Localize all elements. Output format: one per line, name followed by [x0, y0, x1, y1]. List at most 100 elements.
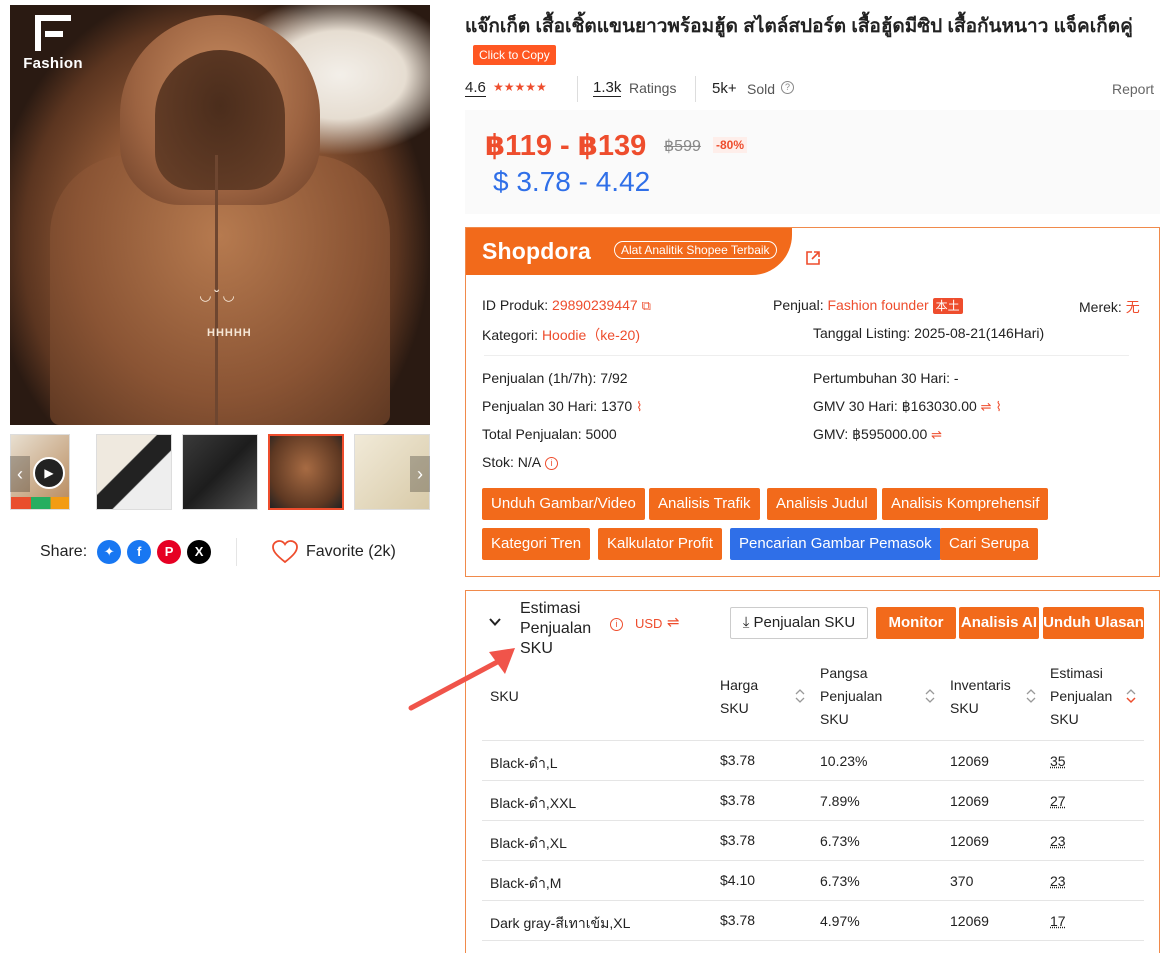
sku-est-sales[interactable]: 17 — [1050, 913, 1066, 929]
share-row: Share: ✦ f P X — [40, 538, 211, 566]
currency-label[interactable]: USD — [635, 616, 662, 631]
shopdora-tagline: Alat Analitik Shopee Terbaik — [614, 241, 777, 259]
sku-name: Black-ดำ,L — [490, 753, 558, 775]
gmv-value: GMV: ฿595000.00 — [813, 426, 927, 442]
question-icon[interactable]: ? — [781, 81, 794, 94]
sku-est-sales[interactable]: 35 — [1050, 753, 1066, 769]
product-id-label: ID Produk: — [482, 297, 548, 313]
chevron-down-icon[interactable] — [488, 615, 502, 629]
growth-30-days: Pertumbuhan 30 Hari: - — [813, 370, 959, 386]
sales-1h-7h: Penjualan (1h/7h): 7/92 — [482, 370, 628, 386]
info-icon[interactable]: i — [545, 457, 558, 470]
supplier-image-search-button[interactable]: Pencarian Gambar Pemasok — [730, 528, 941, 560]
col-header-text: Estimasi — [1050, 662, 1112, 685]
sku-price: $3.78 — [720, 792, 755, 808]
sku-title-line: SKU — [520, 639, 591, 659]
sort-icon[interactable] — [795, 688, 805, 704]
line-chart-icon[interactable]: ⌇ — [995, 399, 1001, 414]
chevron-right-icon[interactable]: › — [410, 456, 430, 492]
gmv-row: GMV: ฿595000.00 ⇌ — [813, 426, 942, 443]
stock-row: Stok: N/A i — [482, 454, 558, 470]
annotation-arrow — [405, 640, 525, 715]
title-analysis-button[interactable]: Analisis Judul — [767, 488, 877, 520]
profit-calculator-button[interactable]: Kalkulator Profit — [598, 528, 722, 560]
info-icon[interactable]: i — [610, 618, 623, 631]
sku-est-sales[interactable]: 23 — [1050, 833, 1066, 849]
sku-price: $3.78 — [720, 752, 755, 768]
col-header-text: SKU — [820, 708, 882, 731]
divider — [695, 76, 696, 102]
swap-icon[interactable]: ⇌ — [931, 427, 942, 442]
favorite-label: Favorite (2k) — [306, 543, 396, 561]
col-header-est-sales[interactable]: Estimasi Penjualan SKU — [1050, 662, 1112, 731]
star-rating-icon: ★★★★★ — [493, 79, 547, 96]
facebook-icon[interactable]: f — [127, 540, 151, 564]
sold-count: 5k+ — [712, 80, 737, 97]
table-divider — [482, 740, 1144, 741]
pinterest-icon[interactable]: P — [157, 540, 181, 564]
favorite-button[interactable]: Favorite (2k) — [272, 540, 396, 564]
report-link[interactable]: Report — [1112, 81, 1154, 97]
comprehensive-analysis-button[interactable]: Analisis Komprehensif — [882, 488, 1048, 520]
promo-badge-strip — [11, 497, 70, 509]
chevron-left-icon[interactable]: ‹ — [10, 456, 30, 492]
swap-icon[interactable]: ⇌ — [667, 613, 680, 631]
divider — [484, 355, 1129, 356]
shopdora-panel: Shopdora Alat Analitik Shopee Terbaik ID… — [465, 227, 1160, 577]
download-icon: ⤓ — [743, 614, 750, 631]
product-id-value[interactable]: 29890239447 — [552, 297, 638, 313]
find-similar-button[interactable]: Cari Serupa — [940, 528, 1038, 560]
brand-value: 无 — [1126, 299, 1140, 315]
thumbnail[interactable] — [182, 434, 258, 510]
category-trend-button[interactable]: Kategori Tren — [482, 528, 590, 560]
download-media-button[interactable]: Unduh Gambar/Video — [482, 488, 645, 520]
sort-icon-active[interactable] — [1126, 688, 1136, 704]
copy-title-button[interactable]: Click to Copy — [473, 45, 556, 65]
col-header-text: Harga — [720, 674, 758, 697]
sku-name: Dark gray-สีเทาเข้ม,XL — [490, 913, 630, 935]
print-text: HHHHH — [207, 327, 252, 339]
product-id-row: ID Produk: 29890239447 ⧉ — [482, 297, 651, 314]
sort-icon[interactable] — [1026, 688, 1036, 704]
sku-est-sales[interactable]: 23 — [1050, 873, 1066, 889]
col-header-share[interactable]: Pangsa Penjualan SKU — [820, 662, 882, 731]
ratings-count[interactable]: 1.3k — [593, 79, 621, 97]
line-chart-icon[interactable]: ⌇ — [636, 399, 642, 414]
sku-inventory: 12069 — [950, 833, 989, 849]
sku-share: 7.89% — [820, 793, 860, 809]
seller-link[interactable]: Fashion founder — [827, 297, 928, 313]
sku-price: $3.78 — [720, 832, 755, 848]
thumbnail-selected[interactable] — [268, 434, 344, 510]
sku-est-sales[interactable]: 27 — [1050, 793, 1066, 809]
sku-title-line: Penjualan — [520, 619, 591, 639]
swap-icon[interactable]: ⇌ — [981, 399, 992, 414]
rating-value[interactable]: 4.6 — [465, 79, 486, 97]
sku-sales-download-button[interactable]: ⤓ Penjualan SKU — [730, 607, 868, 639]
sku-share: 6.73% — [820, 873, 860, 889]
messenger-icon[interactable]: ✦ — [97, 540, 121, 564]
external-link-icon[interactable] — [805, 250, 821, 266]
monitor-button[interactable]: Monitor — [876, 607, 956, 639]
ai-analysis-button[interactable]: Analisis AI — [959, 607, 1039, 639]
traffic-analysis-button[interactable]: Analisis Trafik — [649, 488, 760, 520]
download-reviews-button[interactable]: Unduh Ulasan — [1043, 607, 1144, 639]
col-header-inventory[interactable]: Inventaris SKU — [950, 674, 1011, 720]
sku-name: Black-ดำ,XXL — [490, 793, 576, 815]
category-link[interactable]: Hoodie（ke-20) — [542, 327, 640, 343]
seller-label: Penjual: — [773, 297, 824, 313]
thumbnail[interactable] — [96, 434, 172, 510]
seller-row: Penjual: Fashion founder 本土 — [773, 297, 963, 314]
copy-icon[interactable]: ⧉ — [642, 298, 651, 313]
sku-inventory: 12069 — [950, 753, 989, 769]
sku-name: Black-ดำ,M — [490, 873, 561, 895]
heart-icon — [272, 540, 298, 564]
play-icon[interactable]: ▶ — [33, 457, 65, 489]
shopdora-logo: Shopdora — [482, 238, 591, 265]
sku-panel-title: Estimasi Penjualan SKU — [520, 599, 591, 659]
product-main-image[interactable]: ◡ ˘ ◡ HHHHH Fashion — [10, 5, 430, 425]
sort-icon[interactable] — [925, 688, 935, 704]
col-header-text: SKU — [1050, 708, 1112, 731]
discount-badge: -80% — [713, 137, 747, 153]
x-icon[interactable]: X — [187, 540, 211, 564]
col-header-price[interactable]: Harga SKU — [720, 674, 758, 720]
